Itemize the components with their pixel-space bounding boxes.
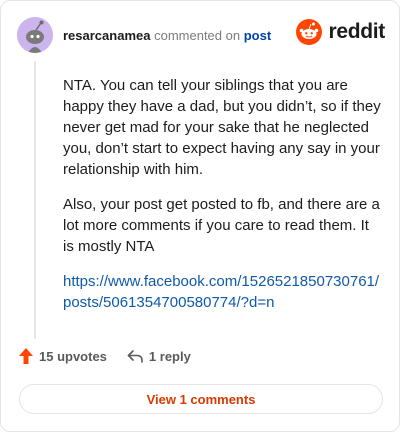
upvote-button[interactable]: 15 upvotes: [19, 348, 107, 364]
commented-on-text: commented on: [154, 28, 241, 43]
reply-button[interactable]: 1 reply: [127, 349, 191, 364]
comment-card: resarcanamea commented on post reddit NT…: [0, 0, 400, 432]
comment-link-paragraph: https://www.facebook.com/152652185073076…: [63, 271, 383, 313]
user-avatar[interactable]: [17, 17, 53, 53]
comment-actions: 15 upvotes 1 reply: [19, 348, 191, 364]
reddit-logo-icon: [296, 19, 323, 45]
comment-meta: resarcanamea commented on post: [63, 28, 271, 43]
post-link[interactable]: post: [244, 28, 271, 43]
comment-paragraph: Also, your post get posted to fb, and th…: [63, 196, 380, 255]
reddit-logo[interactable]: reddit: [296, 19, 385, 45]
comment-paragraph: NTA. You can tell your siblings that you…: [63, 77, 381, 178]
upvote-count: 15 upvotes: [39, 348, 107, 364]
reply-count: 1 reply: [148, 348, 191, 364]
comment-body: NTA. You can tell your siblings that you…: [63, 75, 383, 327]
reddit-wordmark: reddit: [328, 20, 385, 43]
thread-line[interactable]: [34, 61, 36, 339]
reply-arrow-icon: [127, 350, 143, 363]
snoo-avatar-icon: [17, 17, 53, 53]
view-comments-button[interactable]: View 1 comments: [19, 384, 383, 414]
username-link[interactable]: resarcanamea: [63, 28, 150, 43]
comment-header: resarcanamea commented on post reddit: [17, 15, 385, 55]
upvote-arrow-icon: [19, 348, 33, 364]
facebook-link[interactable]: https://www.facebook.com/152652185073076…: [63, 273, 379, 311]
